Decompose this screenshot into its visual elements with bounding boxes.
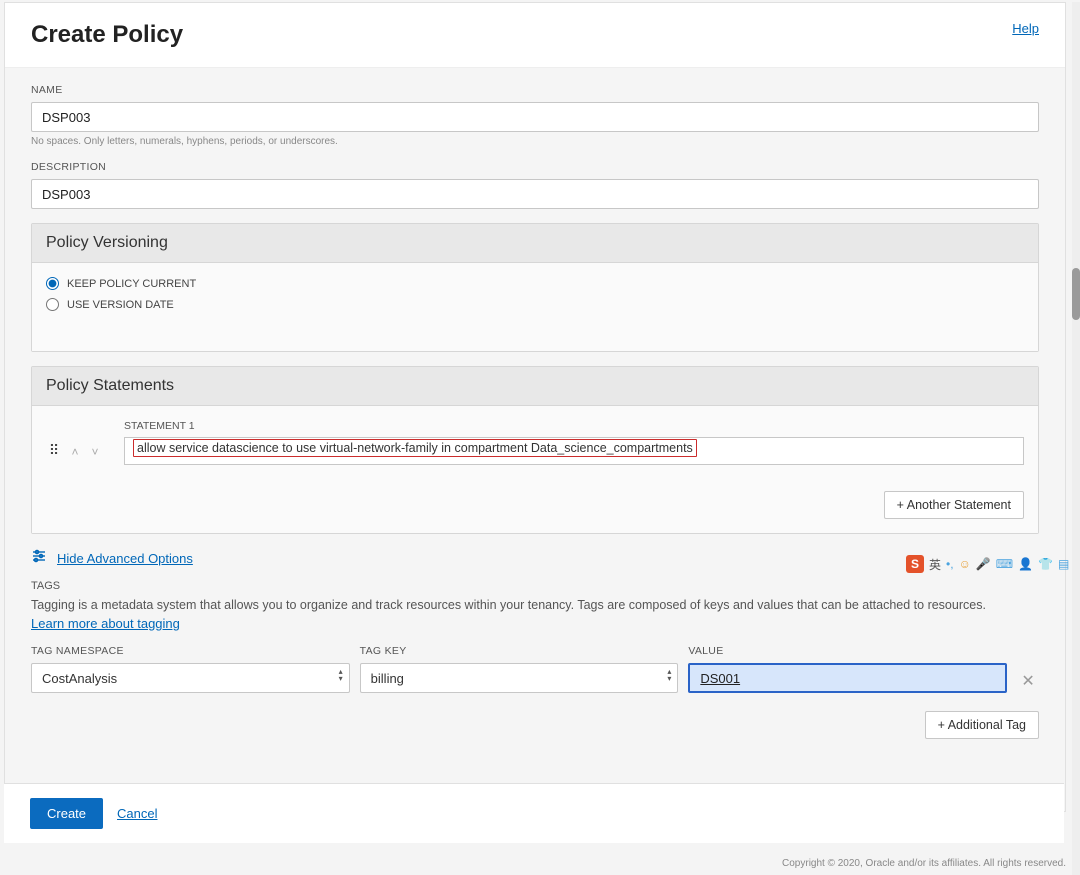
ime-emoji-icon[interactable]: ☺ <box>959 557 971 571</box>
cancel-link[interactable]: Cancel <box>117 806 157 821</box>
chevron-updown-icon: ▴▾ <box>667 668 671 682</box>
statement-1-text: allow service datascience to use virtual… <box>133 439 697 457</box>
page-title: Create Policy <box>31 21 183 49</box>
sogou-icon[interactable]: S <box>906 555 924 573</box>
create-button[interactable]: Create <box>30 798 103 829</box>
tag-namespace-select[interactable]: CostAnalysis ▴▾ <box>31 663 350 693</box>
tag-key-value: billing <box>371 671 404 686</box>
tag-key-select[interactable]: billing ▴▾ <box>360 663 679 693</box>
help-link[interactable]: Help <box>1012 21 1039 36</box>
name-input[interactable] <box>31 102 1039 132</box>
tag-value-label: VALUE <box>688 645 1007 657</box>
ime-skin-icon[interactable]: 👕 <box>1038 557 1053 571</box>
ime-mic-icon[interactable]: 🎤 <box>976 557 991 571</box>
name-label: NAME <box>31 84 1039 96</box>
remove-tag-button[interactable]: ✕ <box>1017 671 1039 693</box>
keep-current-label: KEEP POLICY CURRENT <box>67 278 196 290</box>
tags-label: TAGS <box>31 580 1039 592</box>
scrollbar-thumb[interactable] <box>1072 268 1080 320</box>
statement-1-label: STATEMENT 1 <box>124 420 1024 432</box>
policy-statements-title: Policy Statements <box>32 367 1038 406</box>
drag-handle-icon[interactable]: ⠿ <box>46 442 62 459</box>
ime-toolbar: S 英 •, ☺ 🎤 ⌨ 👤 👕 ▤ <box>906 554 1074 574</box>
description-label: DESCRIPTION <box>31 161 1039 173</box>
ime-user-icon[interactable]: 👤 <box>1018 557 1033 571</box>
move-down-icon[interactable]: ˅ <box>88 445 102 459</box>
tag-namespace-label: TAG NAMESPACE <box>31 645 350 657</box>
scrollbar-track <box>1072 2 1080 875</box>
move-up-icon[interactable]: ˄ <box>68 445 82 459</box>
use-version-date-radio[interactable] <box>46 298 59 311</box>
ime-punct-icon[interactable]: •, <box>946 557 954 571</box>
policy-versioning-title: Policy Versioning <box>32 224 1038 263</box>
page-header: Create Policy Help <box>5 3 1065 68</box>
policy-statements-panel: Policy Statements ⠿ ˄ ˅ STATEMENT 1 allo… <box>31 366 1039 534</box>
add-tag-button[interactable]: + Additional Tag <box>925 711 1039 739</box>
keep-current-radio[interactable] <box>46 277 59 290</box>
description-input[interactable] <box>31 179 1039 209</box>
tags-description: Tagging is a metadata system that allows… <box>31 598 1039 612</box>
chevron-updown-icon: ▴▾ <box>339 668 343 682</box>
ime-lang[interactable]: 英 <box>929 556 941 573</box>
copyright-text: Copyright © 2020, Oracle and/or its affi… <box>782 858 1066 869</box>
policy-versioning-panel: Policy Versioning KEEP POLICY CURRENT US… <box>31 223 1039 352</box>
settings-icon <box>31 548 47 568</box>
ime-tool-icon[interactable]: ▤ <box>1058 557 1069 571</box>
footer-bar: Create Cancel <box>4 783 1064 843</box>
name-hint: No spaces. Only letters, numerals, hyphe… <box>31 136 1039 147</box>
tag-namespace-value: CostAnalysis <box>42 671 117 686</box>
learn-tagging-link[interactable]: Learn more about tagging <box>31 616 180 631</box>
tag-key-label: TAG KEY <box>360 645 679 657</box>
tag-value-input[interactable] <box>688 663 1007 693</box>
add-statement-button[interactable]: + Another Statement <box>884 491 1024 519</box>
hide-advanced-link[interactable]: Hide Advanced Options <box>57 551 193 566</box>
ime-keyboard-icon[interactable]: ⌨ <box>996 557 1013 571</box>
use-version-date-label: USE VERSION DATE <box>67 299 174 311</box>
statement-1-input[interactable]: allow service datascience to use virtual… <box>124 437 1024 465</box>
